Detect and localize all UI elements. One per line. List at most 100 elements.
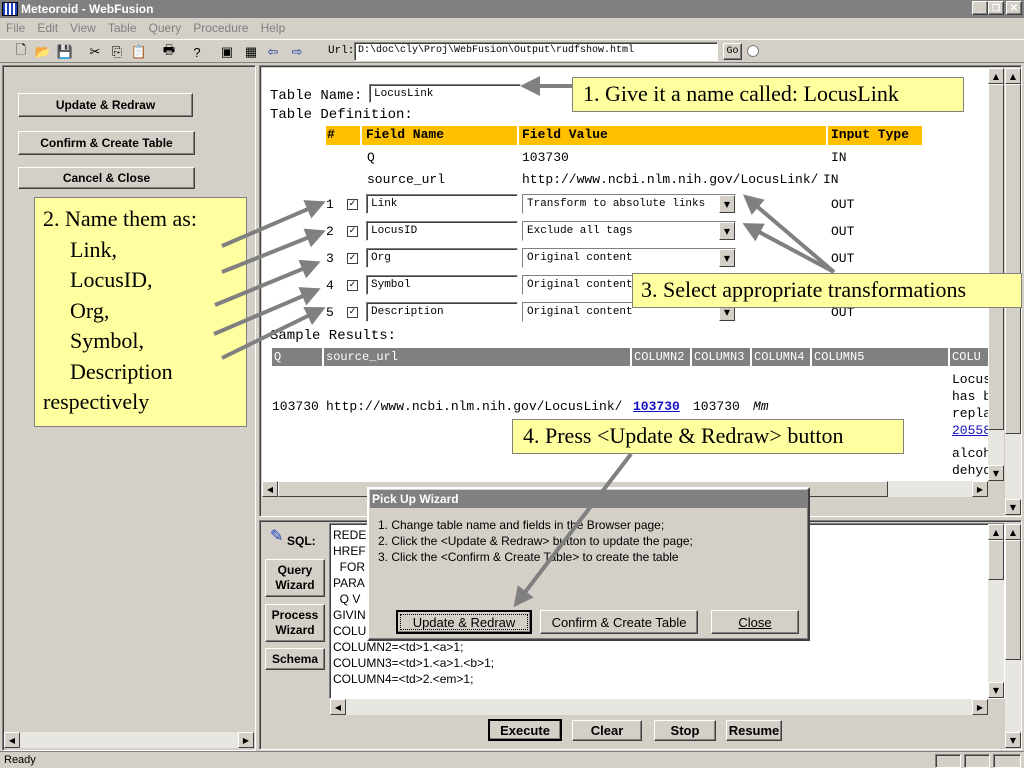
col-header-field-name: Field Name: [366, 127, 445, 142]
sample-url-value: http://www.ncbi.nlm.nih.gov/LocusLink/: [326, 399, 623, 414]
field-row-number: 3: [326, 251, 334, 266]
menu-view[interactable]: View: [64, 21, 102, 35]
menu-edit[interactable]: Edit: [31, 21, 64, 35]
sample-header-column5: COLUMN5: [812, 348, 948, 366]
close-window-button[interactable]: ✕: [1006, 1, 1022, 15]
scroll-left-icon[interactable]: ◀: [4, 732, 20, 748]
resume-button[interactable]: Resume: [726, 720, 782, 741]
menu-query[interactable]: Query: [143, 21, 188, 35]
field-name-input[interactable]: Link: [366, 194, 518, 214]
paste-icon[interactable]: 📋: [130, 43, 148, 61]
menu-help[interactable]: Help: [255, 21, 292, 35]
scroll-thumb[interactable]: [988, 540, 1004, 580]
field-value-select[interactable]: Transform to absolute links ▼: [522, 194, 736, 214]
copy-icon[interactable]: ⎘: [108, 43, 126, 61]
scroll-up-icon[interactable]: ▲: [1005, 524, 1021, 540]
scroll-down-icon[interactable]: ▼: [988, 465, 1004, 481]
left-hscrollbar[interactable]: ◀ ▶: [4, 732, 254, 748]
update-redraw-button[interactable]: Update & Redraw: [18, 93, 193, 117]
schema-button[interactable]: Schema: [265, 648, 325, 670]
scroll-up-icon[interactable]: ▲: [1005, 68, 1021, 84]
callout-text: 3. Select appropriate transformations: [641, 277, 967, 302]
field-name-value: LocusID: [371, 225, 418, 237]
menu-file[interactable]: File: [0, 21, 31, 35]
chevron-down-icon[interactable]: ▼: [719, 249, 735, 267]
scroll-thumb[interactable]: [988, 84, 1004, 430]
scroll-down-icon[interactable]: ▼: [988, 682, 1004, 698]
field-name-input[interactable]: Symbol: [366, 275, 518, 295]
sql-hscrollbar[interactable]: ◀ ▶: [330, 699, 988, 715]
sample-link-value[interactable]: 103730: [633, 399, 680, 414]
chevron-down-icon[interactable]: ▼: [719, 195, 735, 213]
scroll-down-icon[interactable]: ▼: [1005, 732, 1021, 748]
scroll-right-icon[interactable]: ▶: [238, 732, 254, 748]
field-value-select[interactable]: Original content ▼: [522, 248, 736, 268]
scroll-down-icon[interactable]: ▼: [1005, 499, 1021, 515]
desc-link[interactable]: 20558: [952, 422, 988, 439]
field-row-checkbox[interactable]: ✓: [347, 280, 358, 291]
menu-procedure[interactable]: Procedure: [187, 21, 254, 35]
field-row-checkbox[interactable]: ✓: [347, 253, 358, 264]
url-input[interactable]: D:\doc\cly\Proj\WebFusion\Output\rudfsho…: [354, 42, 718, 61]
outer-vscrollbar-lower[interactable]: ▲ ▼: [1005, 524, 1021, 748]
back-arrow-icon[interactable]: ⇦: [264, 43, 282, 61]
scroll-left-icon[interactable]: ◀: [330, 699, 346, 715]
pick-up-wizard-dialog: Pick Up Wizard 1. Change table name and …: [367, 487, 810, 641]
scroll-right-icon[interactable]: ▶: [972, 699, 988, 715]
field-row-checkbox[interactable]: ✓: [347, 199, 358, 210]
field-row-number: 4: [326, 278, 334, 293]
clear-button[interactable]: Clear: [572, 720, 642, 741]
scroll-up-icon[interactable]: ▲: [988, 68, 1004, 84]
sql-vscrollbar[interactable]: ▲ ▼: [988, 524, 1004, 698]
callout-line: Link,: [70, 236, 118, 262]
status-pane: [964, 754, 990, 768]
forward-arrow-icon[interactable]: ⇨: [288, 43, 306, 61]
window-icon[interactable]: ▣: [218, 43, 236, 61]
chevron-down-icon[interactable]: ▼: [719, 222, 735, 240]
new-file-icon[interactable]: 🗋: [12, 42, 30, 61]
field-name-input[interactable]: Org: [366, 248, 518, 268]
field-row-checkbox[interactable]: ✓: [347, 226, 358, 237]
cancel-close-button[interactable]: Cancel & Close: [18, 167, 195, 189]
window-title: Meteoroid - WebFusion: [21, 2, 154, 16]
stop-button[interactable]: Stop: [654, 720, 716, 741]
dialog-update-redraw-button[interactable]: Update & Redraw: [396, 610, 532, 634]
scroll-left-icon[interactable]: ◀: [262, 481, 278, 497]
url-value: D:\doc\cly\Proj\WebFusion\Output\rudfsho…: [358, 45, 635, 56]
scroll-right-icon[interactable]: ▶: [972, 481, 988, 497]
callout-text: 1. Give it a name called: LocusLink: [583, 81, 899, 106]
confirm-create-table-button[interactable]: Confirm & Create Table: [18, 131, 195, 155]
save-icon[interactable]: 💾: [56, 43, 74, 61]
query-wizard-button[interactable]: Query Wizard: [265, 559, 325, 597]
execute-button[interactable]: Execute: [488, 719, 562, 741]
sample-q-value: 103730: [272, 399, 319, 414]
desc-line: Locus: [952, 372, 988, 387]
table-icon[interactable]: ▦: [242, 43, 260, 61]
help-icon[interactable]: ?: [188, 43, 206, 61]
print-icon[interactable]: 🖶: [160, 42, 178, 61]
callout-line: Org,: [70, 297, 110, 323]
scroll-thumb[interactable]: [1005, 540, 1021, 660]
table-name-input[interactable]: LocusLink: [369, 84, 521, 103]
field-row-checkbox[interactable]: ✓: [347, 307, 358, 318]
desc-line: has b: [952, 389, 988, 404]
restore-button[interactable]: ❐: [988, 1, 1004, 15]
col-header-field-value: Field Value: [522, 127, 608, 142]
scroll-thumb[interactable]: [1005, 84, 1021, 434]
field-name-input[interactable]: LocusID: [366, 221, 518, 241]
field-value-select[interactable]: Exclude all tags ▼: [522, 221, 736, 241]
minimize-button[interactable]: _: [972, 1, 988, 15]
table-name-label: Table Name:: [270, 88, 363, 104]
go-button[interactable]: Go: [723, 43, 742, 60]
field-name-input[interactable]: Description: [366, 302, 518, 322]
open-folder-icon[interactable]: 📂: [34, 43, 52, 61]
sample-header-source-url: source_url: [324, 348, 630, 366]
field-name-value: Link: [371, 198, 398, 210]
dialog-confirm-create-button[interactable]: Confirm & Create Table: [540, 610, 698, 634]
menu-table[interactable]: Table: [102, 21, 143, 35]
process-wizard-button[interactable]: Process Wizard: [265, 604, 325, 642]
dialog-close-button[interactable]: Close: [711, 610, 799, 634]
cut-icon[interactable]: ✂: [86, 43, 104, 61]
desc-line: alcoh: [952, 446, 988, 461]
scroll-up-icon[interactable]: ▲: [988, 524, 1004, 540]
